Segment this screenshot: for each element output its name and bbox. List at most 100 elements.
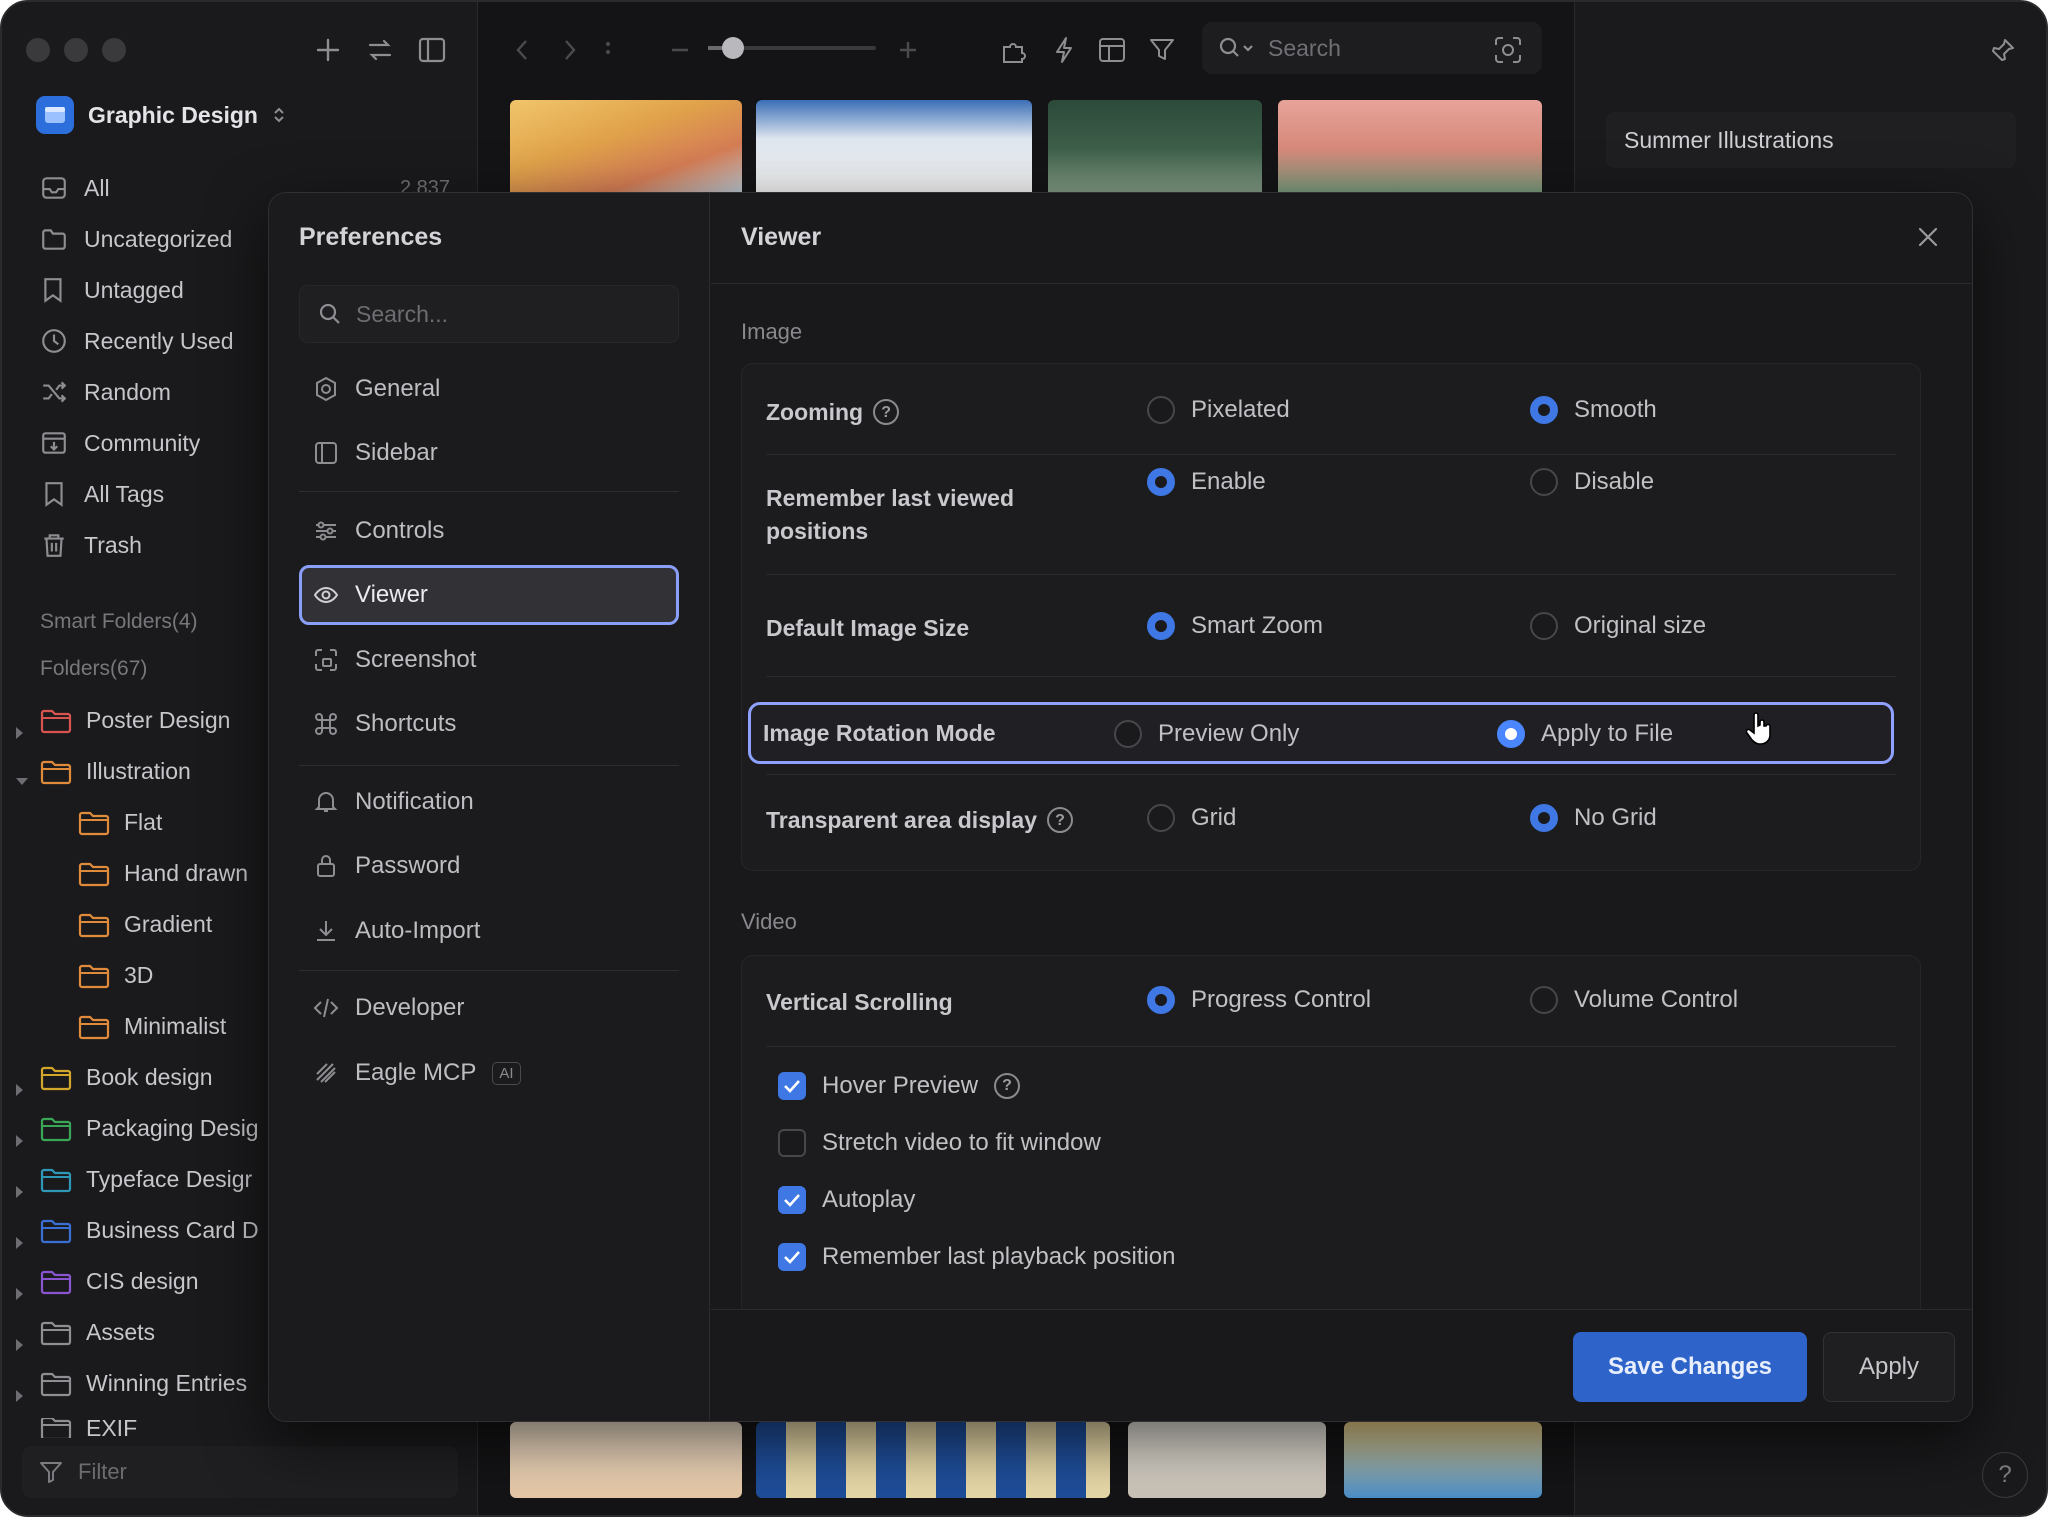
- folder-item[interactable]: Assets: [40, 1319, 155, 1346]
- radio-button[interactable]: [1114, 720, 1142, 748]
- radio-button[interactable]: [1497, 720, 1525, 748]
- radio-button[interactable]: [1147, 612, 1175, 640]
- thumbnail-image[interactable]: [1048, 100, 1262, 198]
- help-icon[interactable]: ?: [873, 399, 900, 425]
- radio-button[interactable]: [1530, 986, 1558, 1014]
- thumbnail-image[interactable]: [756, 1422, 1110, 1498]
- radio-option-no-grid[interactable]: No Grid: [1530, 804, 1657, 832]
- checkbox-autoplay[interactable]: Autoplay: [778, 1186, 915, 1214]
- layout-icon[interactable]: [1092, 30, 1132, 70]
- thumbnail-image[interactable]: [1128, 1422, 1326, 1498]
- preferences-item-password[interactable]: Password: [299, 836, 679, 896]
- checkbox-stretch-video-to-fit-window[interactable]: Stretch video to fit window: [778, 1129, 1101, 1157]
- radio-option-grid[interactable]: Grid: [1147, 804, 1236, 832]
- more-icon[interactable]: [588, 30, 628, 70]
- folder-item[interactable]: Business Card D: [40, 1217, 259, 1244]
- close-window-button[interactable]: [26, 38, 50, 62]
- apply-button[interactable]: Apply: [1823, 1332, 1955, 1402]
- preferences-item-eagle-mcp[interactable]: Eagle MCP AI: [299, 1043, 679, 1103]
- help-icon[interactable]: ?: [994, 1073, 1021, 1099]
- radio-option-volume-control[interactable]: Volume Control: [1530, 986, 1738, 1014]
- folders-header[interactable]: Folders(67): [40, 657, 147, 681]
- thumbnail-size-slider[interactable]: [708, 37, 876, 59]
- radio-button[interactable]: [1530, 804, 1558, 832]
- folder-item[interactable]: 3D: [78, 962, 153, 989]
- smart-folders-header[interactable]: Smart Folders(4): [40, 610, 198, 634]
- preferences-search-input[interactable]: Search...: [299, 285, 679, 343]
- preferences-item-general[interactable]: General: [299, 359, 679, 419]
- close-icon[interactable]: [1914, 223, 1942, 251]
- expand-arrow-icon[interactable]: [16, 778, 28, 785]
- preferences-item-sidebar[interactable]: Sidebar: [299, 423, 679, 483]
- thumbnail-image[interactable]: [756, 100, 1032, 198]
- back-icon[interactable]: [502, 30, 542, 70]
- filter-input[interactable]: Filter: [22, 1446, 458, 1498]
- preferences-item-developer[interactable]: Developer: [299, 978, 679, 1038]
- radio-button[interactable]: [1147, 986, 1175, 1014]
- expand-arrow-icon[interactable]: [16, 1186, 23, 1198]
- zoom-out-icon[interactable]: [660, 30, 700, 70]
- folder-item[interactable]: Packaging Desig: [40, 1115, 259, 1142]
- folder-item[interactable]: Flat: [78, 809, 162, 836]
- expand-arrow-icon[interactable]: [16, 1237, 23, 1249]
- folder-item[interactable]: EXIF: [40, 1418, 137, 1438]
- folder-item[interactable]: Typeface Desigr: [40, 1166, 252, 1193]
- radio-button[interactable]: [1530, 612, 1558, 640]
- expand-arrow-icon[interactable]: [16, 1390, 23, 1402]
- preferences-item-auto-import[interactable]: Auto-Import: [299, 901, 679, 961]
- radio-button[interactable]: [1530, 468, 1558, 496]
- swap-icon[interactable]: [360, 30, 400, 70]
- thumbnail-image[interactable]: [1278, 100, 1542, 198]
- thumbnail-image[interactable]: [1344, 1422, 1542, 1498]
- expand-arrow-icon[interactable]: [16, 1084, 23, 1096]
- folder-item[interactable]: Gradient: [78, 911, 212, 938]
- checkbox[interactable]: [778, 1243, 806, 1271]
- checkbox[interactable]: [778, 1072, 806, 1100]
- radio-option-progress-control[interactable]: Progress Control: [1147, 986, 1371, 1014]
- preferences-item-notification[interactable]: Notification: [299, 772, 679, 832]
- add-icon[interactable]: [308, 30, 348, 70]
- expand-arrow-icon[interactable]: [16, 1339, 23, 1351]
- slider-knob[interactable]: [722, 37, 744, 59]
- folder-item[interactable]: Hand drawn: [78, 860, 248, 887]
- expand-arrow-icon[interactable]: [16, 1288, 23, 1300]
- checkbox-hover-preview[interactable]: Hover Preview?: [778, 1072, 1021, 1100]
- expand-arrow-icon[interactable]: [16, 727, 23, 739]
- radio-option-preview-only[interactable]: Preview Only: [1114, 720, 1299, 748]
- radio-option-smart-zoom[interactable]: Smart Zoom: [1147, 612, 1323, 640]
- folder-item[interactable]: Minimalist: [78, 1013, 226, 1040]
- item-name-field[interactable]: Summer Illustrations: [1606, 112, 2016, 168]
- save-changes-button[interactable]: Save Changes: [1573, 1332, 1807, 1402]
- radio-button[interactable]: [1530, 396, 1558, 424]
- pin-icon[interactable]: [1983, 30, 2023, 70]
- folder-item[interactable]: Winning Entries: [40, 1370, 247, 1397]
- radio-option-pixelated[interactable]: Pixelated: [1147, 396, 1290, 424]
- radio-button[interactable]: [1147, 804, 1175, 832]
- library-switcher[interactable]: Graphic Design: [36, 96, 286, 134]
- thumbnail-image[interactable]: [510, 1422, 742, 1498]
- preferences-item-shortcuts[interactable]: Shortcuts: [299, 694, 679, 754]
- checkbox[interactable]: [778, 1129, 806, 1157]
- radio-button[interactable]: [1147, 468, 1175, 496]
- minimize-window-button[interactable]: [64, 38, 88, 62]
- help-icon[interactable]: ?: [1047, 807, 1074, 833]
- folder-item[interactable]: CIS design: [40, 1268, 199, 1295]
- toggle-sidebar-icon[interactable]: [412, 30, 452, 70]
- help-button[interactable]: ?: [1982, 1452, 2028, 1498]
- folder-item[interactable]: Poster Design: [40, 707, 230, 734]
- thumbnail-image[interactable]: [510, 100, 742, 198]
- action-icon[interactable]: [1044, 30, 1084, 70]
- forward-icon[interactable]: [550, 30, 590, 70]
- radio-option-enable[interactable]: Enable: [1147, 468, 1266, 496]
- folder-item[interactable]: Illustration: [40, 758, 191, 785]
- preferences-item-controls[interactable]: Controls: [299, 501, 679, 561]
- preferences-item-viewer[interactable]: Viewer: [299, 565, 679, 625]
- checkbox-remember-last-playback-position[interactable]: Remember last playback position: [778, 1243, 1176, 1271]
- radio-button[interactable]: [1147, 396, 1175, 424]
- checkbox[interactable]: [778, 1186, 806, 1214]
- folder-item[interactable]: Book design: [40, 1064, 213, 1091]
- radio-option-disable[interactable]: Disable: [1530, 468, 1654, 496]
- image-search-icon[interactable]: [1488, 30, 1528, 70]
- expand-arrow-icon[interactable]: [16, 1135, 23, 1147]
- radio-option-original-size[interactable]: Original size: [1530, 612, 1706, 640]
